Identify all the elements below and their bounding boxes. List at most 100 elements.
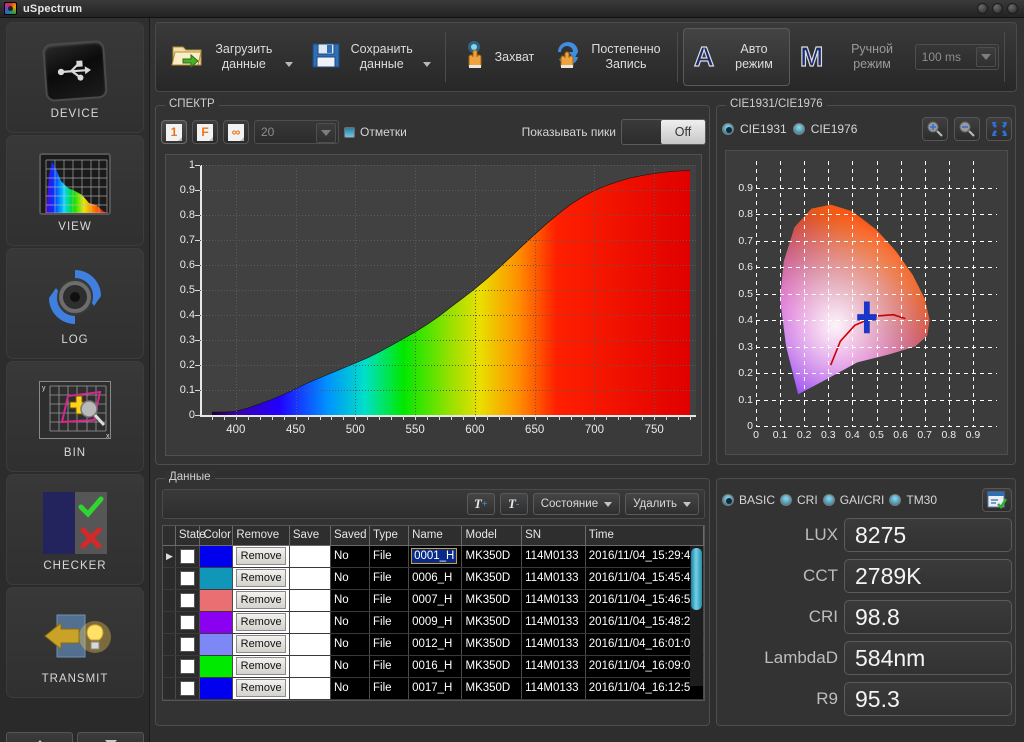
row-state-checkbox[interactable] xyxy=(175,677,201,700)
single-capture-button[interactable]: 1 xyxy=(161,120,187,144)
remove-button[interactable]: Remove xyxy=(236,569,286,587)
fit-screen-icon[interactable] xyxy=(986,117,1012,141)
save-data-button[interactable]: Сохранить данные xyxy=(302,28,440,86)
text-decrease-button[interactable]: T- xyxy=(499,493,528,515)
exposure-time-select[interactable]: 100 ms xyxy=(914,44,1000,70)
sidebar-item-transmit[interactable]: TRANSMIT xyxy=(6,587,144,698)
measure-tab-label[interactable]: CRI xyxy=(797,493,818,507)
row-color-swatch[interactable] xyxy=(199,633,234,656)
chevron-down-icon[interactable] xyxy=(284,62,293,67)
row-name[interactable]: 0012_H xyxy=(408,633,463,656)
measure-tab-radio-basic[interactable] xyxy=(722,494,734,506)
remove-button[interactable]: Remove xyxy=(236,591,286,609)
remove-button[interactable]: Remove xyxy=(236,547,286,565)
state-dropdown[interactable]: Состояние xyxy=(532,493,621,515)
sidebar-item-checker[interactable]: CHECKER xyxy=(6,474,144,585)
delete-dropdown[interactable]: Удалить xyxy=(625,493,699,515)
column-header-model[interactable]: Model xyxy=(461,526,523,546)
row-color-swatch[interactable] xyxy=(199,567,234,590)
chevron-down-icon[interactable] xyxy=(976,47,997,67)
row-save-cell[interactable] xyxy=(289,589,331,612)
gradual-record-button[interactable]: Постепенно Запись xyxy=(543,28,671,86)
column-header-remove[interactable]: Remove xyxy=(232,526,290,546)
measurements-table-wrapper[interactable]: State Color Remove Save Saved Type Name … xyxy=(162,525,705,701)
column-header-name[interactable]: Name xyxy=(408,526,463,546)
table-row[interactable]: Remove No File 0006_H MK350D 114M0133 2016/11/… xyxy=(163,567,704,590)
table-row[interactable]: Remove No File 0016_H MK350D 114M0133 2016/11/… xyxy=(163,655,704,678)
sidebar-item-log[interactable]: LOG xyxy=(6,248,144,359)
measure-tab-radio-cri[interactable] xyxy=(780,494,793,506)
capture-button[interactable]: Захват xyxy=(451,28,544,86)
scroll-up-button[interactable] xyxy=(6,732,73,742)
measure-tab-label[interactable]: BASIC xyxy=(739,493,775,507)
row-color-swatch[interactable] xyxy=(199,545,234,568)
remove-button[interactable]: Remove xyxy=(236,657,286,675)
column-header-color[interactable]: Color xyxy=(199,526,234,546)
table-vertical-scrollbar[interactable] xyxy=(690,546,703,686)
load-data-button[interactable]: Загрузить данные xyxy=(162,28,302,86)
row-save-cell[interactable] xyxy=(289,611,331,634)
zoom-out-icon[interactable] xyxy=(954,117,980,141)
row-name[interactable]: 0006_H xyxy=(408,567,463,590)
column-header-saved[interactable]: Saved xyxy=(330,526,371,546)
measure-tab-label[interactable]: TM30 xyxy=(906,493,937,507)
row-color-swatch[interactable] xyxy=(199,589,234,612)
row-color-swatch[interactable] xyxy=(199,655,234,678)
row-state-checkbox[interactable] xyxy=(175,633,201,656)
row-name[interactable]: 0009_H xyxy=(408,611,463,634)
table-row[interactable]: Remove No File 0007_H MK350D 114M0133 2016/11/… xyxy=(163,589,704,612)
spectrum-chart[interactable]: 0 0.1 0.2 0.3 0.4 0.5 0.6 0.7 0.8 0.9 1 400 450 500 55… xyxy=(165,154,702,456)
show-peaks-toggle[interactable]: Off xyxy=(621,119,706,145)
column-header-state[interactable]: State xyxy=(175,526,206,546)
cie1976-radio[interactable] xyxy=(792,123,805,135)
sidebar-item-bin[interactable]: y x BIN xyxy=(6,361,144,472)
row-state-checkbox[interactable] xyxy=(175,545,201,568)
sidebar-item-device[interactable]: DEVICE xyxy=(6,22,144,133)
measure-tab-radio-tm30[interactable] xyxy=(889,494,902,506)
table-row[interactable]: Remove No File 0017_H MK350D 114M0133 2016/11/… xyxy=(163,677,704,700)
column-header-time[interactable]: Time xyxy=(585,526,704,546)
cie-chromaticity-chart[interactable]: 0 0 0.1 0.1 0.2 0.2 0.3 0.3 0.4 0.4 0.5 0.5 0.6 0.6 0.… xyxy=(725,150,1008,455)
row-state-checkbox[interactable] xyxy=(175,611,201,634)
row-save-cell[interactable] xyxy=(289,677,331,700)
minimize-button[interactable] xyxy=(977,3,988,14)
table-scroll-thumb[interactable] xyxy=(691,548,702,610)
remove-button[interactable]: Remove xyxy=(236,679,286,697)
row-save-cell[interactable] xyxy=(289,567,331,590)
maximize-button[interactable] xyxy=(992,3,1003,14)
sidebar-item-view[interactable]: VIEW xyxy=(6,135,144,246)
measure-tab-radio-gai-cri[interactable] xyxy=(822,494,835,506)
row-name[interactable]: 0001_H xyxy=(408,545,463,568)
freeze-button[interactable]: F xyxy=(192,120,218,144)
auto-mode-button[interactable]: A Авто режим xyxy=(682,28,791,86)
continuous-button[interactable]: ∞ xyxy=(223,120,249,144)
table-row[interactable]: Remove No File 0012_H MK350D 114M0133 2016/11/… xyxy=(163,633,704,656)
row-state-checkbox[interactable] xyxy=(175,567,201,590)
remove-button[interactable]: Remove xyxy=(236,613,286,631)
row-color-swatch[interactable] xyxy=(199,611,234,634)
scroll-down-button[interactable] xyxy=(77,732,144,742)
manual-mode-button[interactable]: M Ручной режим xyxy=(790,28,914,86)
row-name[interactable]: 0007_H xyxy=(408,589,463,612)
row-save-cell[interactable] xyxy=(289,655,331,678)
measure-tab-label[interactable]: GAI/CRI xyxy=(840,493,885,507)
column-header-type[interactable]: Type xyxy=(369,526,410,546)
column-header-sn[interactable]: SN xyxy=(521,526,586,546)
cie1931-radio[interactable] xyxy=(722,123,734,135)
close-button[interactable] xyxy=(1007,3,1018,14)
sample-count-select[interactable]: 20 xyxy=(254,120,339,144)
row-save-cell[interactable] xyxy=(289,545,331,568)
row-state-checkbox[interactable] xyxy=(175,589,201,612)
column-header-save[interactable]: Save xyxy=(289,526,331,546)
chevron-down-icon[interactable] xyxy=(316,123,336,143)
table-row[interactable]: ▶ Remove No File 0001_H MK350D 114M0133 2016/11… xyxy=(163,545,704,568)
row-save-cell[interactable] xyxy=(289,633,331,656)
remove-button[interactable]: Remove xyxy=(236,635,286,653)
row-state-checkbox[interactable] xyxy=(175,655,201,678)
marks-checkbox[interactable] xyxy=(344,126,355,138)
report-check-icon[interactable] xyxy=(982,488,1012,512)
text-increase-button[interactable]: T + xyxy=(466,493,495,515)
row-name[interactable]: 0017_H xyxy=(408,677,463,700)
chevron-down-icon[interactable] xyxy=(422,62,431,67)
row-name[interactable]: 0016_H xyxy=(408,655,463,678)
